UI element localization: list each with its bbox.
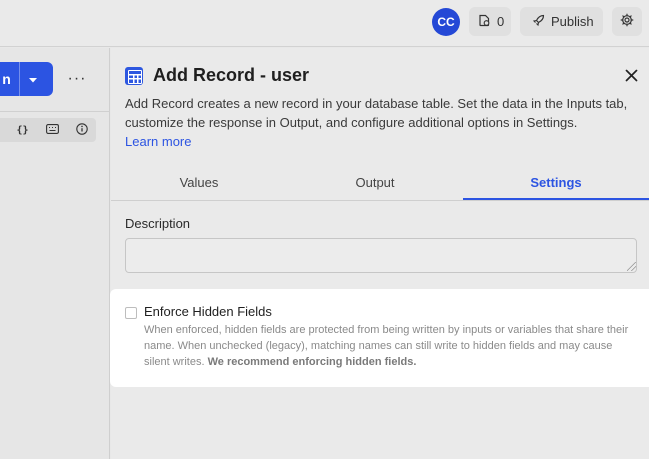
help-recommendation: We recommend enforcing hidden fields. [207, 356, 417, 368]
panel-title: Add Record - user [153, 65, 310, 85]
divider [0, 111, 110, 112]
tab-settings[interactable]: Settings [463, 168, 649, 200]
deploy-icon [478, 14, 491, 30]
run-button-divider [19, 62, 20, 96]
tab-bar: Values Output Settings [111, 168, 649, 201]
publish-label: Publish [551, 14, 594, 29]
tab-output[interactable]: Output [287, 168, 463, 200]
run-button[interactable]: n [0, 62, 53, 96]
close-icon [625, 65, 638, 87]
add-record-panel: Add Record - user Add Record creates a n… [111, 48, 649, 459]
close-button[interactable] [621, 66, 641, 86]
settings-button[interactable] [612, 7, 642, 36]
deploy-count-button[interactable]: 0 [469, 7, 511, 36]
panel-header: Add Record - user [125, 65, 309, 86]
tab-values[interactable]: Values [111, 168, 287, 200]
description-text: Add Record creates a new record in your … [125, 96, 628, 130]
publish-button[interactable]: Publish [520, 7, 603, 36]
description-textarea[interactable] [125, 238, 637, 273]
description-field-label: Description [125, 216, 191, 231]
enforce-hidden-fields-label[interactable]: Enforce Hidden Fields [144, 304, 272, 319]
enforce-hidden-fields-checkbox[interactable] [125, 307, 137, 319]
panel-description: Add Record creates a new record in your … [125, 94, 630, 151]
deploy-count: 0 [497, 14, 505, 29]
info-icon[interactable] [75, 122, 88, 138]
workflow-panel: n ··· {} [0, 48, 110, 459]
braces-icon[interactable]: {} [16, 125, 28, 136]
table-icon [125, 66, 143, 85]
chevron-down-icon[interactable] [28, 71, 38, 87]
rocket-icon [532, 14, 545, 30]
top-bar: CC 0 Publish [0, 0, 649, 47]
learn-more-link[interactable]: Learn more [125, 132, 630, 151]
keyboard-icon[interactable] [45, 123, 59, 137]
gear-icon [620, 13, 634, 30]
enforce-hidden-fields-card: Enforce Hidden Fields When enforced, hid… [110, 289, 649, 387]
enforce-hidden-fields-help: When enforced, hidden fields are protect… [144, 322, 639, 370]
editor-toolbar: {} [0, 118, 96, 142]
user-avatar[interactable]: CC [432, 8, 460, 36]
more-options-button[interactable]: ··· [66, 68, 88, 90]
resize-handle[interactable] [627, 262, 636, 271]
run-button-label: n [2, 71, 11, 87]
